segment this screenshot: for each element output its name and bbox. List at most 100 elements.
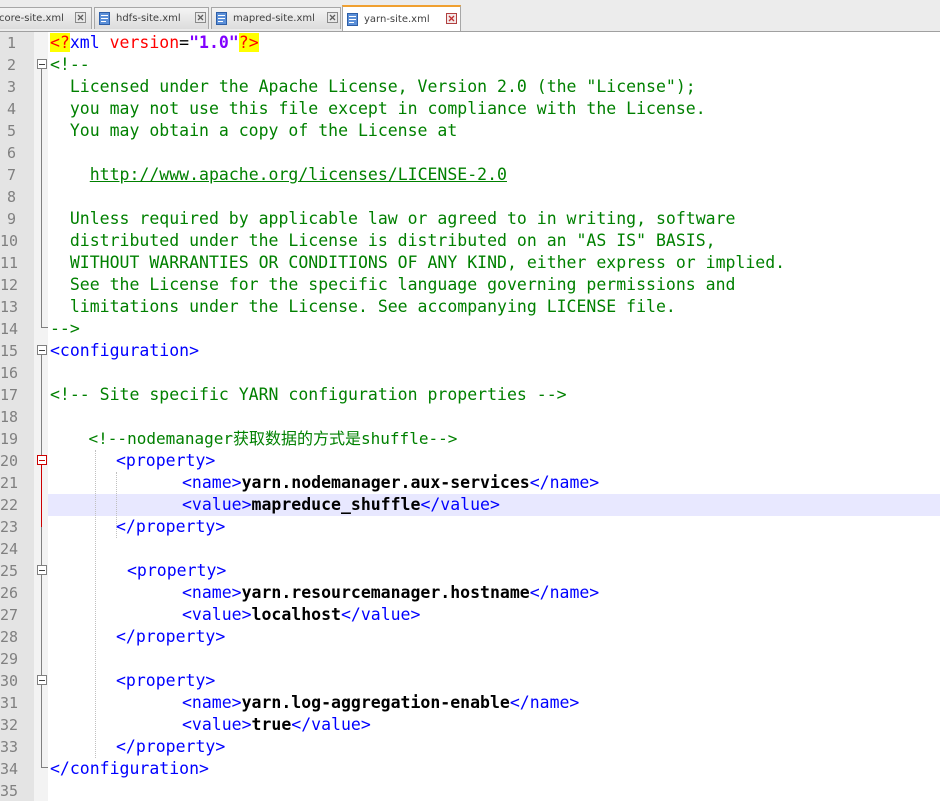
line-number: 15 [0, 342, 19, 360]
line-number: 30 [0, 672, 19, 690]
tag-open: <value> [182, 605, 252, 624]
code-line-3[interactable]: Licensed under the Apache License, Versi… [50, 76, 696, 98]
tag-close: </value> [340, 605, 421, 624]
code-line-22[interactable]: <value>mapreduce_shuffle</value> [182, 494, 500, 516]
tab-mapred-site[interactable]: mapred-site.xml [211, 7, 341, 29]
attr-value: "1.0" [189, 33, 239, 52]
code-line-10[interactable]: distributed under the License is distrib… [50, 230, 716, 252]
tag-close: </name> [509, 693, 580, 712]
indent-guide [95, 450, 96, 758]
line-number: 10 [0, 232, 19, 250]
code-line-23[interactable]: </property> [116, 516, 225, 538]
file-icon [347, 13, 358, 26]
line-number: 3 [6, 78, 16, 96]
property-value: true [251, 715, 292, 734]
fold-line-active [41, 465, 42, 527]
line-number: 4 [6, 100, 16, 118]
property-value: localhost [251, 605, 341, 624]
line-number: 31 [0, 694, 19, 712]
code-line-2[interactable]: <!-- [50, 54, 90, 76]
line-number: 6 [6, 144, 16, 162]
code-line-4[interactable]: you may not use this file except in comp… [50, 98, 706, 120]
fold-toggle-configuration[interactable] [37, 345, 47, 355]
code-line-11[interactable]: WITHOUT WARRANTIES OR CONDITIONS OF ANY … [50, 252, 785, 274]
license-link[interactable]: http://www.apache.org/licenses/LICENSE-2… [90, 165, 507, 184]
property-value: mapreduce_shuffle [251, 495, 421, 514]
line-number: 20 [0, 452, 19, 470]
code-line-9[interactable]: Unless required by applicable law or agr… [50, 208, 736, 230]
line-number-gutter: 1 2 3 4 5 6 7 8 9 10 11 12 13 14 15 16 1… [0, 32, 34, 801]
code-line-26[interactable]: <name>yarn.resourcemanager.hostname</nam… [182, 582, 599, 604]
code-line-34[interactable]: </configuration> [50, 758, 209, 780]
line-number: 33 [0, 738, 19, 756]
tag-open: <value> [182, 495, 252, 514]
fold-line [41, 355, 42, 767]
fold-toggle-property[interactable] [37, 455, 47, 465]
tag-close: </name> [529, 583, 600, 602]
line-number: 16 [0, 364, 19, 382]
tab-label: core-site.xml [0, 13, 64, 24]
close-icon[interactable] [75, 12, 86, 23]
code-line-12[interactable]: See the License for the specific languag… [50, 274, 736, 296]
line-number: 12 [0, 276, 19, 294]
tag-open: <name> [182, 473, 242, 492]
line-number: 11 [0, 254, 19, 272]
close-icon[interactable] [446, 13, 457, 24]
tag-open: <name> [182, 693, 242, 712]
tab-yarn-site[interactable]: yarn-site.xml [342, 5, 461, 31]
code-line-33[interactable]: </property> [116, 736, 225, 758]
fold-end [41, 767, 48, 768]
line-number: 7 [6, 166, 16, 184]
line-number: 27 [0, 606, 19, 624]
fold-toggle-property[interactable] [37, 565, 47, 575]
tag-close: </value> [291, 715, 371, 734]
close-icon[interactable] [195, 12, 206, 23]
code-line-27[interactable]: <value>localhost</value> [182, 604, 420, 626]
property-name: yarn.resourcemanager.hostname [241, 583, 530, 602]
fold-line [41, 69, 42, 327]
code-line-14[interactable]: --> [50, 318, 80, 340]
code-line-28[interactable]: </property> [116, 626, 225, 648]
line-number: 26 [0, 584, 19, 602]
fold-toggle-property[interactable] [37, 675, 47, 685]
line-number: 35 [0, 782, 19, 800]
line-number: 32 [0, 716, 19, 734]
code-line-1[interactable]: <?xml version="1.0"?> [50, 32, 259, 54]
code-line-15[interactable]: <configuration> [50, 340, 199, 362]
line-number: 8 [6, 188, 16, 206]
tab-hdfs-site[interactable]: hdfs-site.xml [94, 7, 209, 29]
code-line-32[interactable]: <value>true</value> [182, 714, 371, 736]
line-number: 13 [0, 298, 19, 316]
code-line-13[interactable]: limitations under the License. See accom… [50, 296, 676, 318]
close-icon[interactable] [327, 12, 338, 23]
tab-core-site[interactable]: core-site.xml [0, 7, 92, 29]
file-icon [216, 12, 227, 25]
code-line-20[interactable]: <property> [116, 450, 215, 472]
tab-label: yarn-site.xml [364, 14, 430, 25]
line-number: 5 [6, 122, 16, 140]
fold-toggle-comment[interactable] [37, 59, 47, 69]
code-line-5[interactable]: You may obtain a copy of the License at [50, 120, 457, 142]
line-number: 22 [0, 496, 19, 514]
fold-end [41, 327, 48, 328]
line-number: 9 [6, 210, 16, 228]
line-number: 29 [0, 650, 19, 668]
line-number: 24 [0, 540, 19, 558]
code-line-17[interactable]: <!-- Site specific YARN configuration pr… [50, 384, 567, 406]
xml-keyword: xml [69, 33, 110, 52]
tab-bar: core-site.xml hdfs-site.xml mapred-site.… [0, 0, 940, 32]
line-number: 17 [0, 386, 19, 404]
code-line-30[interactable]: <property> [116, 670, 215, 692]
code-line-21[interactable]: <name>yarn.nodemanager.aux-services</nam… [182, 472, 599, 494]
attr-eq: = [179, 33, 190, 52]
code-line-25[interactable]: <property> [127, 560, 226, 582]
code-line-19[interactable]: <!--nodemanager获取数据的方式是shuffle--> [50, 428, 458, 450]
line-number: 19 [0, 430, 19, 448]
pi-close: ?> [238, 33, 259, 52]
line-number: 25 [0, 562, 19, 580]
tag-open: <name> [182, 583, 242, 602]
code-line-31[interactable]: <name>yarn.log-aggregation-enable</name> [182, 692, 579, 714]
file-icon [99, 12, 110, 25]
code-line-7[interactable]: http://www.apache.org/licenses/LICENSE-2… [50, 164, 507, 186]
